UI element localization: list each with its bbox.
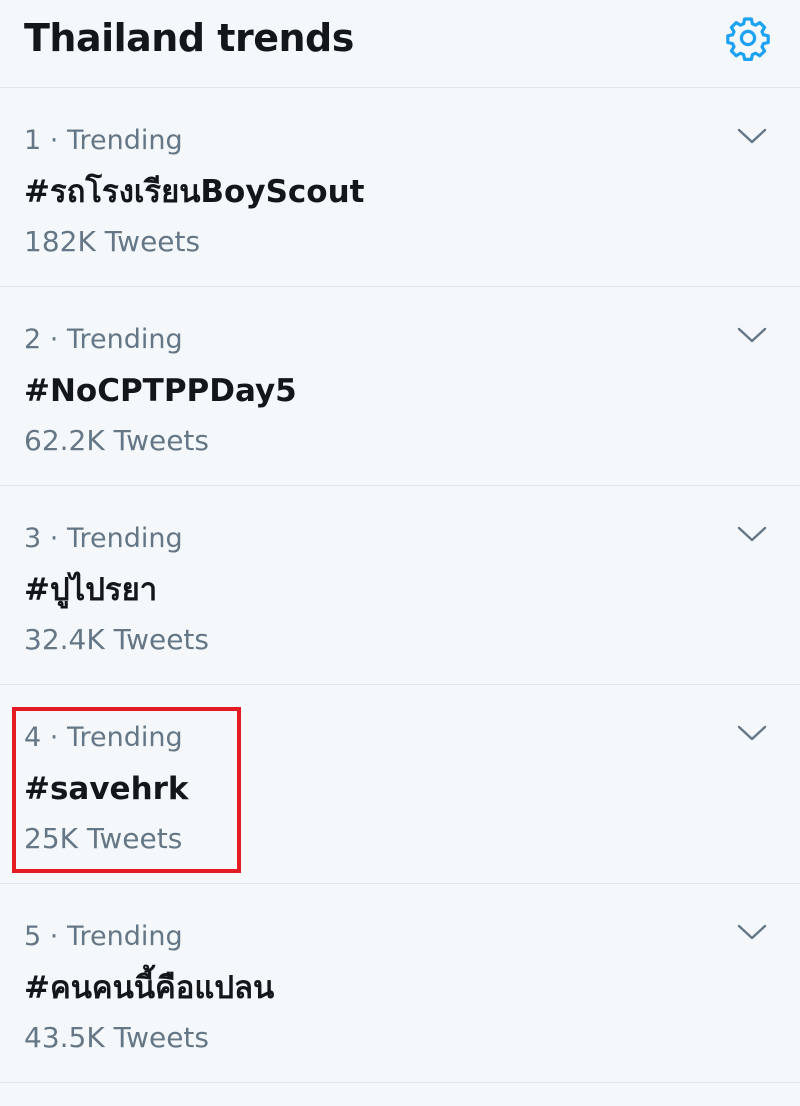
- trend-separator: ·: [49, 523, 59, 554]
- trend-menu-button[interactable]: [730, 317, 774, 353]
- chevron-down-icon: [737, 924, 767, 940]
- trend-meta: 2 · Trending: [24, 323, 183, 357]
- trend-rank: 5: [24, 921, 42, 952]
- trend-menu-button[interactable]: [730, 715, 774, 751]
- settings-button[interactable]: [722, 12, 774, 64]
- trend-name[interactable]: #คนคนนี้คือแปลน: [24, 968, 274, 1008]
- trend-label: Trending: [66, 722, 183, 753]
- trend-meta: 3 · Trending: [24, 522, 183, 556]
- trend-menu-button[interactable]: [730, 118, 774, 154]
- chevron-down-icon: [737, 327, 767, 343]
- chevron-down-icon: [737, 725, 767, 741]
- trend-menu-button[interactable]: [730, 516, 774, 552]
- trend-item[interactable]: 2 · Trending #NoCPTPPDay5 62.2K Tweets: [0, 287, 800, 486]
- trend-item[interactable]: 1 · Trending #รถโรงเรียนBoyScout 182K Tw…: [0, 88, 800, 287]
- trend-rank: 3: [24, 523, 42, 554]
- trend-separator: ·: [49, 125, 59, 156]
- page-title: Thailand trends: [24, 16, 354, 60]
- trend-rank: 2: [24, 324, 42, 355]
- trend-label: Trending: [66, 324, 183, 355]
- trend-name[interactable]: #NoCPTPPDay5: [24, 371, 297, 411]
- trend-rank: 1: [24, 125, 42, 156]
- trend-separator: ·: [49, 324, 59, 355]
- trend-meta: 1 · Trending: [24, 124, 183, 158]
- trend-separator: ·: [49, 722, 59, 753]
- trend-item[interactable]: 5 · Trending #คนคนนี้คือแปลน 43.5K Tweet…: [0, 884, 800, 1083]
- gear-icon: [726, 17, 770, 61]
- trend-separator: ·: [49, 921, 59, 952]
- trend-label: Trending: [66, 125, 183, 156]
- trend-tweet-count: 43.5K Tweets: [24, 1021, 209, 1054]
- trend-item[interactable]: 3 · Trending #ปูไปรยา 32.4K Tweets: [0, 486, 800, 685]
- trends-header: Thailand trends: [0, 0, 800, 88]
- trend-label: Trending: [66, 523, 183, 554]
- trend-meta: 5 · Trending: [24, 920, 183, 954]
- trend-name[interactable]: #รถโรงเรียนBoyScout: [24, 172, 364, 212]
- chevron-down-icon: [737, 526, 767, 542]
- trend-rank: 4: [24, 722, 42, 753]
- trend-item[interactable]: 4 · Trending #savehrk 25K Tweets: [0, 685, 800, 884]
- trend-tweet-count: 62.2K Tweets: [24, 424, 209, 457]
- trend-tweet-count: 182K Tweets: [24, 225, 201, 258]
- trend-name[interactable]: #ปูไปรยา: [24, 570, 157, 610]
- trend-label: Trending: [66, 921, 183, 952]
- trend-tweet-count: 32.4K Tweets: [24, 623, 209, 656]
- chevron-down-icon: [737, 128, 767, 144]
- trend-menu-button[interactable]: [730, 914, 774, 950]
- trend-meta: 4 · Trending: [24, 721, 183, 755]
- trend-tweet-count: 25K Tweets: [24, 822, 183, 855]
- trend-name[interactable]: #savehrk: [24, 769, 189, 809]
